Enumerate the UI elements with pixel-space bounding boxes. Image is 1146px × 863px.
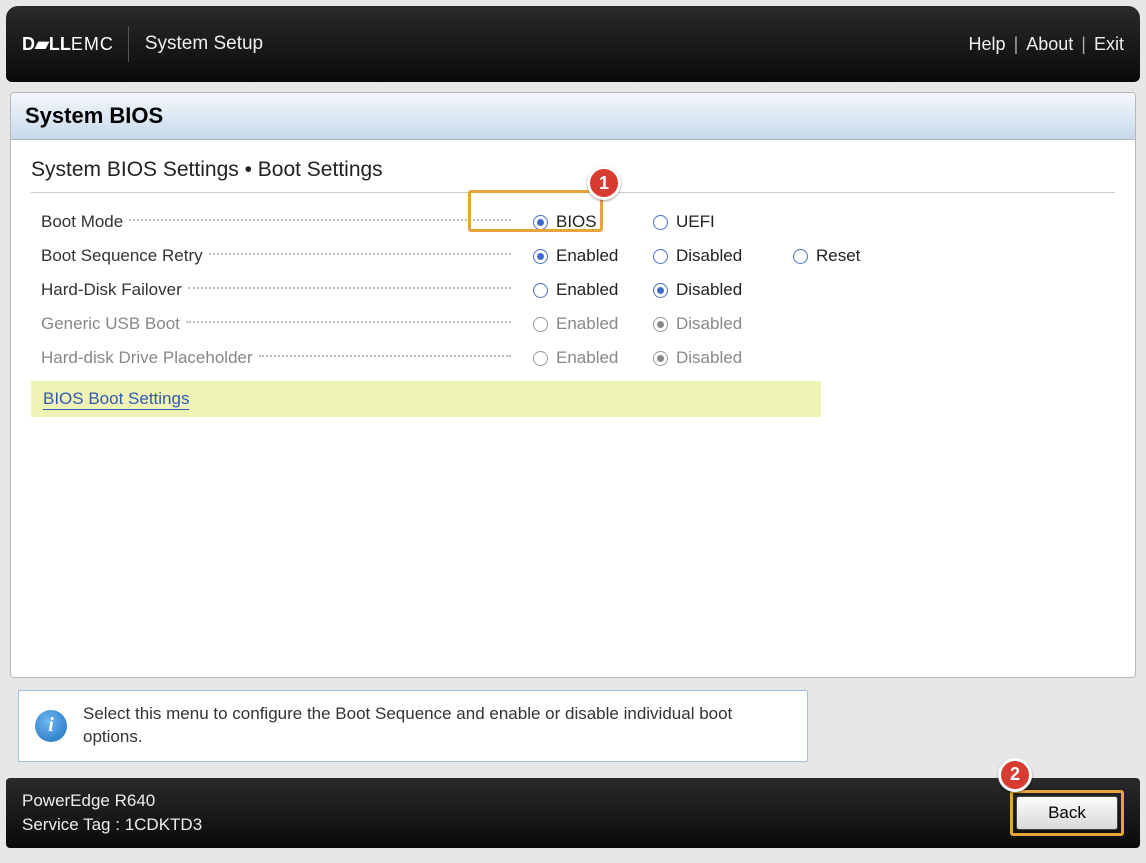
- radio-label: Enabled: [556, 348, 618, 368]
- dots-separator: [209, 253, 511, 255]
- info-bar: i Select this menu to configure the Boot…: [18, 690, 808, 762]
- radio-option-generic_usb_boot-disabled: Disabled: [653, 314, 793, 334]
- info-icon: i: [35, 710, 67, 742]
- radio-icon: [533, 249, 548, 264]
- topbar-separator: |: [1014, 34, 1019, 55]
- setting-label-text: Hard-disk Drive Placeholder: [41, 348, 253, 368]
- radio-option-boot_mode-bios[interactable]: BIOS: [533, 212, 653, 232]
- dots-separator: [186, 321, 511, 323]
- panel-title: System BIOS: [25, 103, 1121, 129]
- radio-label: Disabled: [676, 348, 742, 368]
- radio-icon: [533, 283, 548, 298]
- top-bar: D▰LLEMC System Setup Help | About | Exit: [6, 6, 1140, 82]
- setting-options: Enabled Disabled Reset: [511, 246, 1115, 266]
- setting-row-hard_disk_drive_placeholder: Hard-disk Drive Placeholder Enabled Disabl…: [31, 341, 1115, 375]
- brand-bold: D▰LL: [22, 34, 71, 54]
- radio-option-boot_mode-uefi[interactable]: UEFI: [653, 212, 793, 232]
- service-tag-value: 1CDKTD3: [125, 815, 202, 834]
- radio-icon: [533, 351, 548, 366]
- radio-option-boot_sequence_retry-reset[interactable]: Reset: [793, 246, 933, 266]
- radio-option-hard_disk_failover-enabled[interactable]: Enabled: [533, 280, 653, 300]
- dots-separator: [259, 355, 511, 357]
- radio-icon: [653, 283, 668, 298]
- radio-option-hard_disk_failover-disabled[interactable]: Disabled: [653, 280, 793, 300]
- radio-label: Reset: [816, 246, 860, 266]
- radio-option-boot_sequence_retry-enabled[interactable]: Enabled: [533, 246, 653, 266]
- settings-table: Boot Mode BIOS UEFI Boot Sequence Retry Enab…: [31, 192, 1115, 375]
- breadcrumb: System BIOS Settings • Boot Settings: [31, 158, 1115, 182]
- radio-label: UEFI: [676, 212, 715, 232]
- radio-option-generic_usb_boot-enabled: Enabled: [533, 314, 653, 334]
- service-tag: Service Tag : 1CDKTD3: [22, 815, 1124, 835]
- setting-options: Enabled Disabled: [511, 348, 1115, 368]
- radio-icon: [793, 249, 808, 264]
- setting-row-boot_mode: Boot Mode BIOS UEFI: [31, 205, 1115, 239]
- setting-label: Generic USB Boot: [31, 314, 511, 334]
- bios-boot-settings-link[interactable]: BIOS Boot Settings: [43, 389, 189, 410]
- help-link[interactable]: Help: [969, 34, 1006, 55]
- bios-boot-settings-row[interactable]: BIOS Boot Settings: [31, 381, 821, 417]
- setting-label-text: Generic USB Boot: [41, 314, 180, 334]
- setting-label: Hard-disk Drive Placeholder: [31, 348, 511, 368]
- setting-label-text: Hard-Disk Failover: [41, 280, 182, 300]
- radio-icon: [653, 351, 668, 366]
- radio-option-boot_sequence_retry-disabled[interactable]: Disabled: [653, 246, 793, 266]
- setting-row-generic_usb_boot: Generic USB Boot Enabled Disabled: [31, 307, 1115, 341]
- setting-label-text: Boot Mode: [41, 212, 123, 232]
- setting-options: Enabled Disabled: [511, 314, 1115, 334]
- app-title: System Setup: [145, 33, 263, 55]
- brand-light: EMC: [71, 34, 114, 54]
- radio-label: Disabled: [676, 280, 742, 300]
- topbar-links: Help | About | Exit: [969, 34, 1124, 55]
- radio-icon: [653, 215, 668, 230]
- main-panel: System BIOS System BIOS Settings • Boot …: [10, 92, 1136, 678]
- radio-icon: [653, 317, 668, 332]
- setting-label: Hard-Disk Failover: [31, 280, 511, 300]
- radio-label: Enabled: [556, 246, 618, 266]
- radio-label: BIOS: [556, 212, 597, 232]
- setting-row-boot_sequence_retry: Boot Sequence Retry Enabled Disabled Reset: [31, 239, 1115, 273]
- radio-option-hard_disk_drive_placeholder-disabled: Disabled: [653, 348, 793, 368]
- brand-logo: D▰LLEMC: [22, 26, 129, 62]
- radio-icon: [533, 215, 548, 230]
- model-label: PowerEdge R640: [22, 791, 1124, 811]
- radio-icon: [533, 317, 548, 332]
- setting-options: Enabled Disabled: [511, 280, 1115, 300]
- dots-separator: [129, 219, 511, 221]
- radio-label: Enabled: [556, 314, 618, 334]
- radio-label: Disabled: [676, 314, 742, 334]
- about-link[interactable]: About: [1026, 34, 1073, 55]
- exit-link[interactable]: Exit: [1094, 34, 1124, 55]
- panel-header: System BIOS: [11, 93, 1135, 140]
- dots-separator: [188, 287, 511, 289]
- footer-bar: PowerEdge R640 Service Tag : 1CDKTD3 Bac…: [6, 778, 1140, 848]
- setting-label: Boot Mode: [31, 212, 511, 232]
- info-text: Select this menu to configure the Boot S…: [83, 703, 791, 749]
- setting-options: BIOS UEFI: [511, 212, 1115, 232]
- radio-icon: [653, 249, 668, 264]
- back-button[interactable]: Back: [1016, 796, 1118, 830]
- setting-label: Boot Sequence Retry: [31, 246, 511, 266]
- topbar-separator: |: [1081, 34, 1086, 55]
- service-tag-label: Service Tag :: [22, 815, 120, 834]
- setting-label-text: Boot Sequence Retry: [41, 246, 203, 266]
- radio-option-hard_disk_drive_placeholder-enabled: Enabled: [533, 348, 653, 368]
- radio-label: Enabled: [556, 280, 618, 300]
- setting-row-hard_disk_failover: Hard-Disk Failover Enabled Disabled: [31, 273, 1115, 307]
- radio-label: Disabled: [676, 246, 742, 266]
- panel-body: System BIOS Settings • Boot Settings Boo…: [11, 140, 1135, 677]
- callout-badge-2: 2: [998, 758, 1032, 792]
